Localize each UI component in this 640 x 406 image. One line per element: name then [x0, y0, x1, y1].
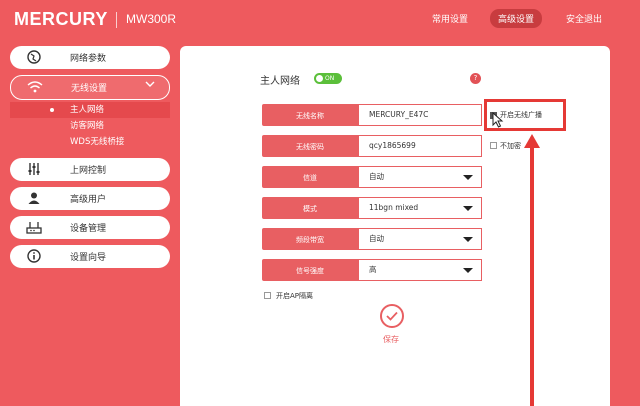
ssid-input[interactable]: MERCURY_E47C: [358, 104, 482, 126]
active-dot-icon: [50, 108, 54, 112]
sliders-icon: [26, 162, 42, 177]
host-network-toggle[interactable]: ON: [314, 73, 342, 84]
field-label-ssid: 无线名称: [262, 104, 358, 126]
model-label: MW300R: [126, 12, 177, 26]
sidebar: 网络参数 无线设置 主人网络 访客网络 WDS无线桥接 上网控制 高级用户 设备…: [10, 46, 170, 274]
sidebar-item-network[interactable]: 网络参数: [10, 46, 170, 69]
sidebar-subitem-host-network[interactable]: 主人网络: [10, 102, 170, 118]
sidebar-item-setup-wizard[interactable]: 设置向导: [10, 245, 170, 268]
annotation-arrow-head-icon: [524, 134, 540, 148]
info-icon: [26, 249, 42, 264]
password-input[interactable]: qcy1865699: [358, 135, 482, 157]
ap-isolation-label: 开启AP隔离: [276, 292, 314, 300]
sidebar-subitem-label: 访客网络: [70, 121, 105, 131]
mouse-cursor-icon: [492, 111, 504, 132]
wireless-submenu: 主人网络 访客网络 WDS无线桥接: [10, 102, 170, 150]
sidebar-item-label: 上网控制: [70, 166, 107, 176]
caret-down-icon: [463, 237, 473, 242]
nav-logout[interactable]: 安全退出: [566, 12, 602, 25]
toggle-knob: [316, 75, 323, 82]
channel-select[interactable]: 自动: [358, 166, 482, 188]
user-icon: [26, 191, 42, 206]
main-panel: 主人网络 ON ? 无线名称 MERCURY_E47C 无线密码 qcy1865…: [180, 46, 610, 406]
caret-down-icon: [463, 175, 473, 180]
sidebar-item-advanced-user[interactable]: 高级用户: [10, 187, 170, 210]
bandwidth-select[interactable]: 自动: [358, 228, 482, 250]
brand-logo: MERCURY: [14, 9, 108, 29]
ap-isolation-checkbox[interactable]: [264, 292, 271, 299]
no-encrypt-checkbox[interactable]: [490, 142, 497, 149]
sidebar-item-label: 无线设置: [71, 84, 108, 94]
no-encrypt-label: 不加密: [500, 142, 521, 150]
router-icon: [26, 220, 42, 235]
section-title: 主人网络: [260, 76, 300, 87]
select-value: 11bgn mixed: [369, 203, 419, 212]
sidebar-subitem-label: WDS无线桥接: [70, 137, 125, 147]
save-button[interactable]: [380, 304, 404, 328]
caret-down-icon: [463, 206, 473, 211]
help-icon[interactable]: ?: [470, 73, 481, 84]
sidebar-item-device-management[interactable]: 设备管理: [10, 216, 170, 239]
save-label: 保存: [383, 335, 399, 344]
field-label-channel: 信道: [262, 166, 358, 188]
field-label-signal: 信号强度: [262, 259, 358, 281]
globe-icon: [26, 50, 42, 65]
sidebar-subitem-guest-network[interactable]: 访客网络: [10, 118, 170, 134]
sidebar-item-wireless[interactable]: 无线设置: [10, 75, 170, 100]
checkmark-icon: [386, 311, 398, 321]
caret-down-icon: [463, 268, 473, 273]
sidebar-subitem-label: 主人网络: [70, 105, 105, 115]
field-label-mode: 模式: [262, 197, 358, 219]
mode-select[interactable]: 11bgn mixed: [358, 197, 482, 219]
wifi-icon: [27, 80, 43, 95]
nav-advanced-settings[interactable]: 高级设置: [490, 9, 543, 28]
sidebar-item-label: 设备管理: [70, 224, 107, 234]
logo-separator: [116, 12, 117, 28]
select-value: 自动: [369, 172, 384, 181]
field-label-bandwidth: 频段带宽: [262, 228, 358, 250]
header: MERCURY MW300R 常用设置 高级设置 安全退出: [0, 0, 640, 40]
toggle-label: ON: [325, 75, 335, 82]
select-value: 高: [369, 265, 377, 274]
sidebar-subitem-wds-bridge[interactable]: WDS无线桥接: [10, 134, 170, 150]
field-label-password: 无线密码: [262, 135, 358, 157]
signal-select[interactable]: 高: [358, 259, 482, 281]
nav-common-settings[interactable]: 常用设置: [432, 12, 468, 25]
select-value: 自动: [369, 234, 384, 243]
sidebar-item-label: 设置向导: [70, 253, 107, 263]
chevron-down-icon: [145, 79, 155, 92]
annotation-arrow-line: [530, 146, 534, 406]
sidebar-item-label: 高级用户: [70, 195, 107, 205]
sidebar-item-internet-control[interactable]: 上网控制: [10, 158, 170, 181]
sidebar-item-label: 网络参数: [70, 54, 107, 64]
